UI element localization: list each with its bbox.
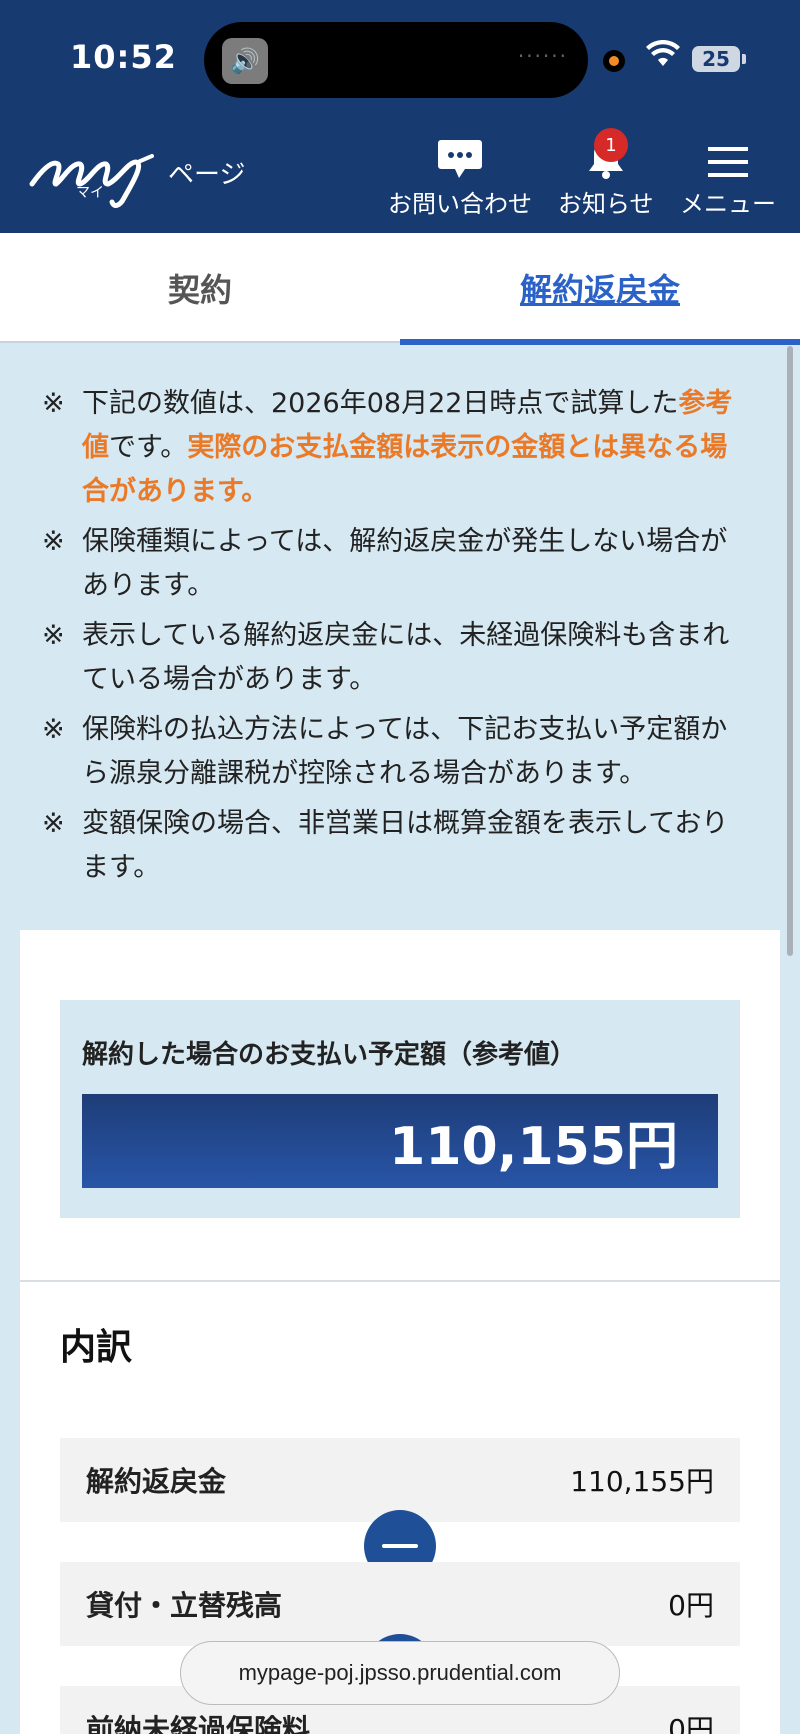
contact-label: お問い合わせ: [388, 190, 532, 218]
app-header: 10:52 🔊 ······ 25 ページ マイ お問い合わせ 1 お知らせ メ…: [0, 0, 800, 233]
minus-icon: [382, 1544, 418, 1548]
dynamic-island: 🔊 ······: [204, 22, 588, 98]
note-item: ※ 保険種類によっては、解約返戻金が発生しない場合があります。: [42, 520, 750, 608]
logo-reading: マイ: [76, 185, 104, 201]
tab-contract[interactable]: 契約: [0, 233, 400, 343]
dots-icon: ······: [517, 44, 568, 68]
note-item: ※ 表示している解約返戻金には、未経過保険料も含まれている場合があります。: [42, 614, 750, 702]
note-text: 変額保険の場合、非営業日は概算金額を表示しております。: [82, 808, 729, 883]
note-text-part: です。: [109, 432, 188, 463]
speaker-icon: 🔊: [222, 38, 268, 84]
status-time: 10:52: [70, 38, 177, 76]
surrender-card: 解約した場合のお支払い予定額（参考値） 110,155円 内訳 解約返戻金 11…: [20, 930, 780, 1734]
menu-label: メニュー: [680, 190, 776, 218]
note-text: 表示している解約返戻金には、未経過保険料も含まれている場合があります。: [82, 620, 730, 695]
note-text: 下記の数値は、2026年08月22日時点で試算した参考値です。実際のお支払金額は…: [82, 382, 750, 514]
notes-list: ※ 下記の数値は、2026年08月22日時点で試算した参考値です。実際のお支払金…: [42, 382, 750, 896]
note-mark: ※: [42, 388, 65, 419]
note-item: ※ 下記の数値は、2026年08月22日時点で試算した参考値です。実際のお支払金…: [42, 382, 750, 514]
note-mark: ※: [42, 714, 65, 745]
notice-button[interactable]: 1 お知らせ: [558, 128, 654, 219]
contact-button[interactable]: お問い合わせ: [388, 136, 532, 219]
battery-icon: 25: [692, 46, 746, 72]
payment-summary: 解約した場合のお支払い予定額（参考値） 110,155円: [60, 1000, 740, 1218]
row-label: 前納未経過保険料: [86, 1713, 311, 1734]
note-text-part: 下記の数値は、2026年08月22日時点で試算した: [82, 388, 679, 419]
note-text: 保険料の払込方法によっては、下記お支払い予定額から源泉分離課税が控除される場合が…: [82, 714, 728, 789]
address-bar[interactable]: mypage-poj.jpsso.prudential.com: [180, 1641, 620, 1705]
note-mark: ※: [42, 526, 65, 557]
note-item: ※ 変額保険の場合、非営業日は概算金額を表示しております。: [42, 802, 750, 890]
note-mark: ※: [42, 808, 65, 839]
note-mark: ※: [42, 620, 65, 651]
row-value: 0円: [668, 1713, 714, 1734]
row-label: 貸付・立替残高: [86, 1589, 283, 1622]
note-item: ※ 保険料の払込方法によっては、下記お支払い予定額から源泉分離課税が控除される場…: [42, 708, 750, 796]
wifi-icon: [646, 40, 680, 66]
logo-subtitle: ページ: [168, 160, 246, 190]
notice-label: お知らせ: [558, 190, 654, 218]
divider: [20, 1280, 780, 1282]
hamburger-icon: [708, 147, 748, 177]
payment-label: 解約した場合のお支払い予定額（参考値）: [82, 1040, 577, 1070]
row-value: 110,155円: [570, 1465, 714, 1498]
scrollbar[interactable]: [787, 346, 793, 956]
row-label: 解約返戻金: [86, 1465, 227, 1498]
row-value: 0円: [668, 1589, 714, 1622]
notice-badge: 1: [594, 128, 628, 162]
my-page-logo[interactable]: ページ マイ: [28, 140, 248, 210]
chat-bubble-icon: [438, 140, 482, 178]
tab-bar: 契約 解約返戻金: [0, 233, 800, 345]
payment-amount: 110,155円: [82, 1094, 718, 1188]
menu-button[interactable]: メニュー: [680, 136, 776, 219]
breakdown-title: 内訳: [60, 1327, 133, 1368]
recording-indicator-icon: [603, 50, 625, 72]
tab-surrender-value[interactable]: 解約返戻金: [400, 233, 800, 345]
note-text: 保険種類によっては、解約返戻金が発生しない場合があります。: [82, 526, 728, 601]
